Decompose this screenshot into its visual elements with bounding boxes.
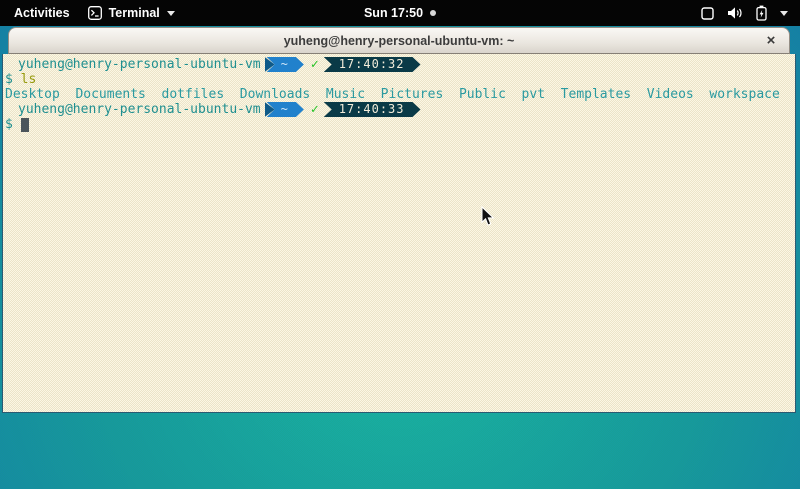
directory-entry: pvt [522, 87, 545, 102]
chevron-down-icon [167, 11, 175, 16]
prompt-user-host: yuheng@henry-personal-ubuntu-vm [18, 57, 261, 72]
current-input-line: $ [3, 117, 795, 132]
terminal-body[interactable]: yuheng@henry-personal-ubuntu-vm ~ ✓ 17:4… [2, 54, 796, 413]
directory-entry: Public [459, 87, 506, 102]
directory-entry: Documents [75, 87, 145, 102]
terminal-app-icon [88, 6, 102, 20]
directory-entry: Desktop [5, 87, 60, 102]
screen: Activities Terminal Sun 17:50 [0, 0, 800, 489]
prompt-line-2: yuheng@henry-personal-ubuntu-vm ~ ✓ 17:4… [3, 102, 795, 117]
network-icon [701, 7, 714, 20]
close-icon[interactable]: × [762, 32, 780, 50]
powerline-time-segment: 17:40:33 [324, 102, 421, 117]
mouse-cursor-icon [481, 206, 495, 232]
volume-icon [727, 6, 743, 20]
typed-command: ls [21, 72, 37, 87]
notification-dot-icon [430, 10, 436, 16]
directory-entry: Videos [647, 87, 694, 102]
window-title: yuheng@henry-personal-ubuntu-vm: ~ [284, 34, 515, 48]
prompt-symbol: $ [5, 117, 13, 132]
app-menu-terminal[interactable]: Terminal [88, 6, 175, 20]
directory-entry: Music [326, 87, 365, 102]
status-check-icon: ✓ [311, 102, 319, 117]
terminal-window: yuheng@henry-personal-ubuntu-vm: ~ × yuh… [2, 27, 796, 413]
prompt-line-1: yuheng@henry-personal-ubuntu-vm ~ ✓ 17:4… [3, 57, 795, 72]
app-menu-label: Terminal [109, 6, 160, 20]
command-line: $ ls [3, 72, 795, 87]
window-titlebar[interactable]: yuheng@henry-personal-ubuntu-vm: ~ × [8, 27, 790, 54]
ls-output-line: Desktop Documents dotfiles Downloads Music Pi… [3, 87, 795, 102]
battery-charging-icon [756, 5, 767, 21]
top-bar-left: Activities Terminal [0, 6, 175, 20]
top-bar: Activities Terminal Sun 17:50 [0, 0, 800, 26]
text-cursor [21, 118, 29, 132]
directory-entry: Downloads [240, 87, 310, 102]
activities-button[interactable]: Activities [10, 6, 74, 20]
powerline-time-segment: 17:40:32 [324, 57, 421, 72]
prompt-symbol: $ [5, 72, 13, 87]
prompt-user-host: yuheng@henry-personal-ubuntu-vm [18, 102, 261, 117]
directory-entry: Pictures [381, 87, 444, 102]
clock-label[interactable]: Sun 17:50 [364, 6, 423, 20]
system-tray[interactable] [701, 5, 800, 21]
status-check-icon: ✓ [311, 57, 319, 72]
directory-entry: workspace [709, 87, 779, 102]
directory-entry: dotfiles [162, 87, 225, 102]
directory-entry: Templates [561, 87, 631, 102]
chevron-down-icon[interactable] [780, 11, 788, 16]
